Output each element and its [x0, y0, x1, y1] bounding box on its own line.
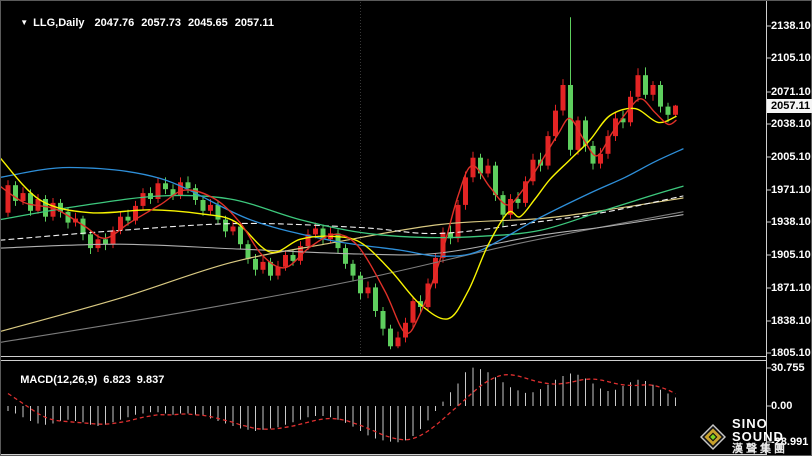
candle-body — [215, 204, 221, 220]
candle-body — [650, 85, 656, 95]
current-price-tag: 2057.11 — [767, 99, 812, 113]
candle-body — [560, 85, 566, 111]
macd-signal-value: 9.837 — [136, 374, 165, 386]
candle-body — [410, 301, 416, 323]
candle-body — [28, 193, 33, 211]
candle-body — [238, 226, 243, 245]
candle-body — [290, 255, 296, 261]
macd-name: MACD(12,26,9) — [20, 374, 98, 386]
candle-body — [388, 328, 393, 347]
symbol-dropdown-marker-icon[interactable]: ▼ — [20, 18, 28, 27]
trading-chart-window: ▼ LLG,Daily 2047.76 2057.73 2045.65 2057.11 M… — [0, 0, 812, 456]
candle-body — [253, 258, 258, 270]
candle-body — [140, 193, 146, 206]
candle-body — [20, 193, 26, 201]
broker-logo: SINO SOUND 漢聲集團 — [700, 417, 812, 456]
candle-body — [88, 234, 93, 249]
candle-body — [665, 106, 671, 115]
logo-title: SINO SOUND — [732, 416, 784, 444]
candle-body — [365, 287, 371, 294]
candle-body — [313, 228, 318, 235]
candle-body — [658, 85, 663, 107]
candle-body — [395, 337, 401, 347]
candle-body — [110, 230, 116, 245]
candle-body — [103, 239, 108, 245]
price-axis-label: 2105.10 — [771, 52, 811, 64]
candle-body — [163, 183, 168, 190]
ohlc-close: 2057.11 — [234, 17, 274, 29]
candle-body — [485, 165, 491, 174]
candle-body — [95, 239, 101, 249]
candle-body — [358, 275, 363, 294]
logo-subtitle: 漢聲集團 — [732, 443, 788, 455]
price-axis-label: 2038.10 — [771, 118, 811, 130]
price-axis-label: 1971.10 — [771, 184, 811, 196]
symbol-period-label: LLG,Daily — [33, 17, 85, 29]
candle-body — [283, 255, 288, 267]
candle-body — [643, 75, 648, 95]
candle-body — [470, 157, 476, 178]
candle-body — [635, 75, 641, 97]
candle-body — [673, 105, 678, 115]
ma-fast-red-line — [0, 98, 677, 335]
macd-indicator-label: MACD(12,26,9) 6.823 9.837 — [8, 362, 170, 398]
candle-body — [455, 204, 461, 239]
price-axis-label: 0.00 — [771, 400, 793, 412]
price-axis-label: 2005.10 — [771, 151, 811, 163]
candle-body — [245, 244, 251, 259]
candle-body — [343, 248, 348, 264]
candle-body — [200, 200, 206, 211]
candle-body — [208, 204, 213, 211]
candle-body — [568, 85, 573, 150]
candle-body — [380, 311, 386, 329]
price-axis-label: 2071.10 — [771, 86, 811, 98]
candle-body — [5, 185, 11, 213]
macd-value: 6.823 — [103, 374, 131, 386]
candle-body — [260, 261, 266, 270]
candle-body — [403, 322, 408, 338]
price-axis-label: 2138.10 — [771, 20, 811, 32]
ohlc-high: 2057.73 — [141, 17, 182, 29]
ohlc-low: 2045.65 — [188, 17, 228, 29]
candle-body — [185, 182, 191, 189]
candle-body — [350, 263, 356, 276]
logo-diamond-icon — [700, 423, 726, 450]
chart-title: ▼ LLG,Daily 2047.76 2057.73 2045.65 2057.11 — [8, 5, 281, 41]
candle-body — [373, 287, 378, 311]
candle-body — [230, 226, 236, 232]
ohlc-open: 2047.76 — [94, 17, 135, 29]
price-axis-label: 30.755 — [771, 362, 805, 374]
candle-body — [463, 177, 468, 205]
ma-yellow-line — [0, 107, 677, 320]
candle-body — [178, 182, 183, 196]
price-axis-label: 1805.10 — [771, 347, 811, 359]
candle-body — [125, 216, 131, 221]
candle-body — [553, 110, 558, 137]
price-axis-label: 1938.10 — [771, 216, 811, 228]
price-axis-label: 1905.10 — [771, 249, 811, 261]
price-axis-label: 1838.10 — [771, 315, 811, 327]
candle-body — [493, 165, 498, 196]
candle-body — [500, 195, 506, 215]
candle-body — [223, 219, 228, 232]
price-axis-label: 1871.10 — [771, 282, 811, 294]
